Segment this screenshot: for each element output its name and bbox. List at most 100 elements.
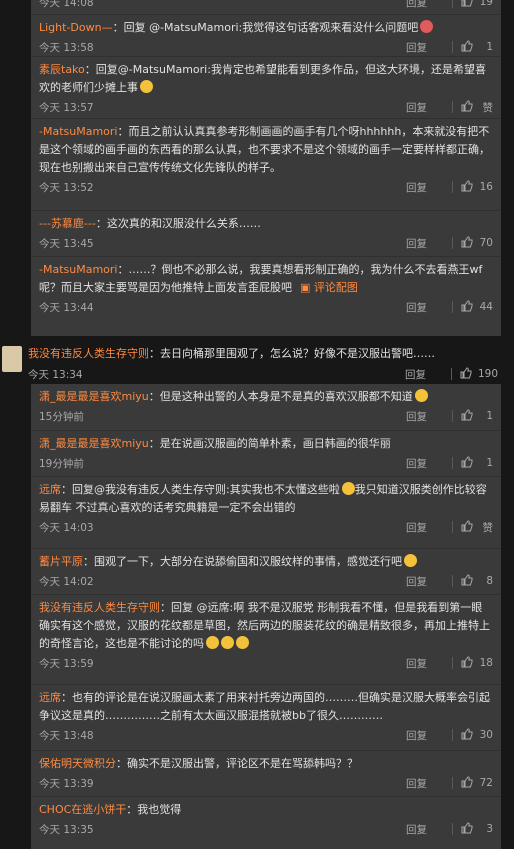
reply-body: ：回复@我没有违反人类生存守则:其实我也不太懂这些啦 [61,483,340,496]
reply-button[interactable]: 回复 [406,180,440,195]
like-count: 44 [479,301,493,313]
reply-text: 我没有违反人类生存守则：回复 @远席:啊 我不是汉服党 形制我看不懂，但是我看到… [39,599,493,653]
comment-image-link[interactable]: ▣ 评论配图 [300,281,358,294]
reply-button[interactable]: 回复 [406,520,440,535]
reply-button[interactable]: 回复 [406,728,440,743]
reply-meta: 15分钟前 回复 1 [39,406,493,426]
reply-item: 潇_最是最是喜欢miyu：但是这种出警的人本身是不是真的喜欢汉服都不知道 15分钟… [31,384,501,430]
reply-body: ：但是这种出警的人本身是不是真的喜欢汉服都不知道 [148,390,413,403]
reply-meta: 今天 13:52 回复 16 [39,177,493,197]
divider [452,301,453,313]
reply-meta: 今天 13:59 回复 18 [39,653,493,673]
divider [452,0,453,8]
like-count: 19 [479,0,493,8]
emoji-icon [420,20,434,33]
comment-image-label: 评论配图 [313,281,358,294]
divider [452,575,453,587]
thumbs-up-icon[interactable] [461,235,475,251]
thumbs-up-icon[interactable] [461,0,475,10]
timestamp: 19分钟前 [39,457,84,470]
reply-item: -MatsuMamori：而且之前认认真真参考形制画画的画手有几个呀hhhhhh… [31,118,501,210]
like-count: 8 [486,575,493,587]
avatar[interactable] [2,346,22,372]
username[interactable]: 潇_最是最是喜欢miyu [39,390,149,403]
reply-button[interactable]: 回复 [406,236,440,251]
reply-button[interactable]: 回复 [406,0,440,10]
reply-button[interactable]: 回复 [405,367,439,382]
timestamp: 今天 13:58 [39,41,94,54]
main-comment: 我没有违反人类生存守则：去日向桶那里围观了，怎么说？好像不是汉服出警吧…… 今天… [0,342,514,382]
timestamp: 今天 14:03 [39,521,94,534]
reply-button[interactable]: 回复 [406,656,440,671]
username[interactable]: 潇_最是最是喜欢miyu [39,437,149,450]
like-count: 190 [477,368,498,380]
reply-button[interactable]: 回复 [406,574,440,589]
like-count: 赞 [482,521,494,534]
divider [452,657,453,669]
like-count: 赞 [482,101,494,114]
thumbs-up-icon[interactable] [461,179,475,195]
thumbs-up-icon[interactable] [460,366,474,382]
reply-body: ：也有的评论是在说汉服画太素了用来衬托旁边两国的………但确实是汉服大概率会引起争… [39,691,490,722]
divider [452,521,453,533]
reply-meta: 今天 13:57 回复 赞 [39,97,493,117]
username[interactable]: 我没有违反人类生存守则 [39,601,160,614]
timestamp: 今天 13:59 [39,657,94,670]
reply-meta: 今天 13:45 回复 70 [39,233,493,253]
reply-button[interactable]: 回复 [406,100,440,115]
reply-button[interactable]: 回复 [406,40,440,55]
reply-button[interactable]: 回复 [406,409,440,424]
comment-text: 我没有违反人类生存守则：去日向桶那里围观了，怎么说？好像不是汉服出警吧…… [28,347,435,360]
divider [452,777,453,789]
timestamp: 今天 13:34 [28,368,83,381]
username[interactable]: 蓄片平原 [39,555,83,568]
timestamp: 今天 14:08 [39,0,94,9]
reply-text: 保佑明天微积分：确实不是汉服出警，评论区不是在骂舔韩吗？？ [39,755,493,773]
reply-body: ：这次真的和汉服没什么关系…… [95,217,261,230]
username[interactable]: -MatsuMamori [39,125,117,138]
reply-meta: 今天 13:35 回复 3 [39,819,493,839]
username[interactable]: 我没有违反人类生存守则 [28,347,149,360]
divider [452,823,453,835]
reply-button[interactable]: 回复 [406,776,440,791]
reply-text: 远席：也有的评论是在说汉服画太素了用来衬托旁边两国的………但确实是汉服大概率会引… [39,689,493,725]
reply-button[interactable]: 回复 [406,300,440,315]
reply-item: 潇_最是最是喜欢miyu：是在说画汉服画的简单朴素，画日韩画的很华丽 19分钟前 回… [31,430,501,476]
reply-meta: 今天 14:08 回复 19 [39,0,493,12]
like-count: 1 [486,410,493,422]
username[interactable]: 远席 [39,691,61,704]
username[interactable]: ---苏慕鹿--- [39,217,96,230]
like-count: 72 [479,777,493,789]
username[interactable]: 保佑明天微积分 [39,757,116,770]
thumbs-up-icon[interactable] [461,519,475,535]
reply-item: Light-Down—：回复 @-MatsuMamori:我觉得这句话客观来看没… [31,14,501,56]
timestamp: 今天 13:57 [39,101,94,114]
timestamp: 今天 13:48 [39,729,94,742]
thumbs-up-icon[interactable] [461,39,475,55]
emoji-icon [341,482,355,495]
reply-text: 潇_最是最是喜欢miyu：但是这种出警的人本身是不是真的喜欢汉服都不知道 [39,388,493,406]
reply-body: ：是在说画汉服画的简单朴素，画日韩画的很华丽 [148,437,391,450]
reply-button[interactable]: 回复 [406,456,440,471]
thumbs-up-icon[interactable] [461,99,475,115]
username[interactable]: -MatsuMamori [39,263,117,276]
thumbs-up-icon[interactable] [461,775,475,791]
thumbs-up-icon[interactable] [461,573,475,589]
reply-item: -MatsuMamori：……？倒也不必那么说，我要真想看形制正确的，我为什么不… [31,256,501,336]
reply-body: ：回复@-MatsuMamori:我肯定也希望能看到更多作品，但这大环境，还是希… [39,63,486,94]
thumbs-up-icon[interactable] [461,727,475,743]
thumbs-up-icon[interactable] [461,455,475,471]
thumbs-up-icon[interactable] [461,821,475,837]
username[interactable]: 远席 [39,483,61,496]
username[interactable]: CHOC在逃小饼干 [39,803,126,816]
thumbs-up-icon[interactable] [461,408,475,424]
like-count: 1 [486,41,493,53]
reply-meta: 今天 14:03 回复 赞 [39,517,493,537]
thumbs-up-icon[interactable] [461,655,475,671]
username[interactable]: Light-Down— [39,21,113,34]
reply-button[interactable]: 回复 [406,822,440,837]
reply-meta: 今天 13:44 回复 44 [39,297,493,317]
thumbs-up-icon[interactable] [461,299,475,315]
reply-text: CHOC在逃小饼干：我也觉得 [39,801,493,819]
username[interactable]: 素辰tako [39,63,85,76]
